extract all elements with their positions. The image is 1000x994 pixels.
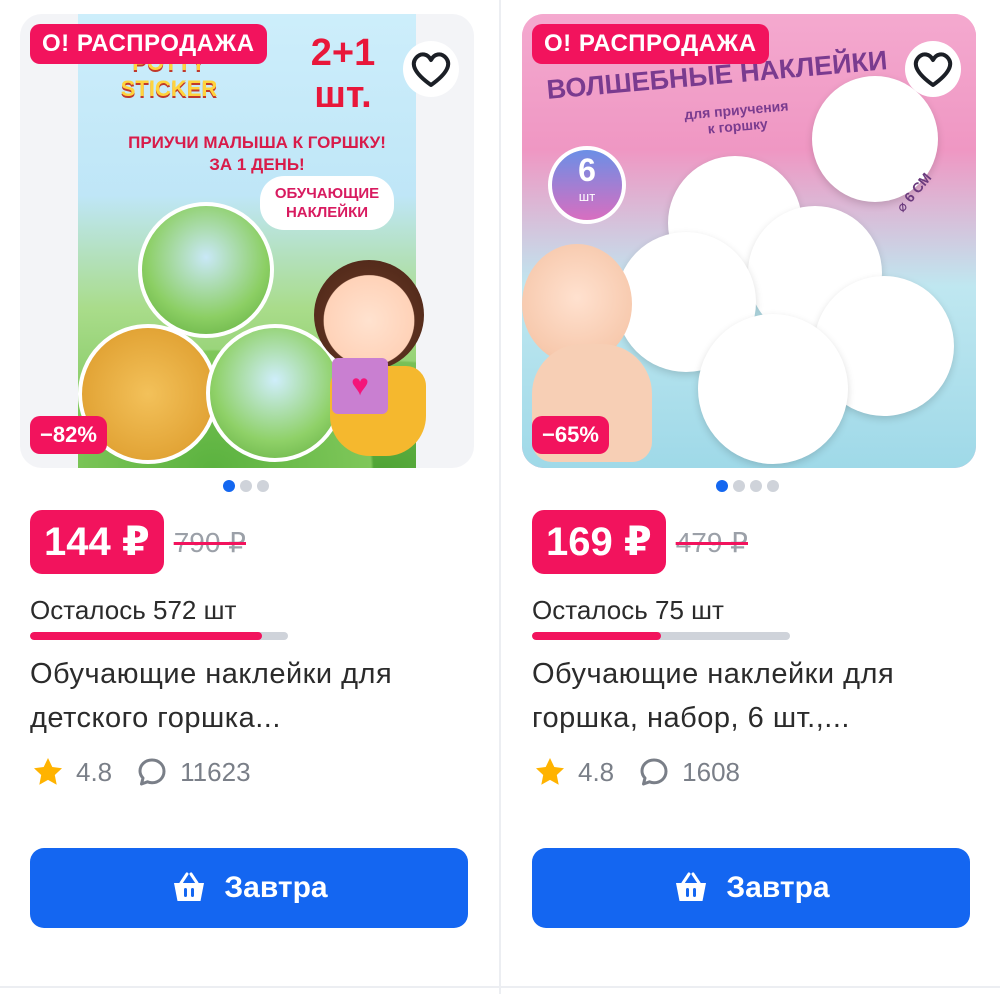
comment-bubble-icon bbox=[640, 758, 668, 786]
delivery-label[interactable]: Завтра bbox=[726, 871, 829, 905]
basket-icon bbox=[676, 872, 707, 901]
star-icon bbox=[536, 758, 564, 785]
product-title-line[interactable]: детского горшка... bbox=[30, 696, 480, 740]
pagination-dot-active[interactable] bbox=[716, 480, 728, 492]
comment-bubble-icon bbox=[138, 758, 166, 786]
artwork-headline: ПРИУЧИ МАЛЫША К ГОРШКУ! ЗА 1 ДЕНЬ! bbox=[128, 133, 386, 174]
current-price: 169 ₽ bbox=[532, 510, 666, 574]
column-divider bbox=[499, 0, 501, 994]
rating-value: 4.8 bbox=[578, 756, 615, 787]
product-card[interactable]: ВОЛШЕБНЫЕ НАКЛЕЙКИ для приучения к горшк… bbox=[522, 0, 992, 994]
artwork-subtitle: для приучения к горшку bbox=[683, 97, 789, 137]
reviews-count: 11623 bbox=[180, 756, 251, 787]
product-image[interactable]: ВОЛШЕБНЫЕ НАКЛЕЙКИ для приучения к горшк… bbox=[522, 14, 976, 468]
product-card[interactable]: POTTY STICKER 2+1 шт. ПРИУЧИ МАЛЫША К ГО… bbox=[20, 0, 490, 994]
product-title[interactable]: Обучающие наклейки для горшка, набор, 6 … bbox=[532, 652, 982, 740]
pagination-dot[interactable] bbox=[257, 480, 269, 492]
product-grid: POTTY STICKER 2+1 шт. ПРИУЧИ МАЛЫША К ГО… bbox=[0, 0, 1000, 994]
stock-remaining: Осталось 75 шт bbox=[532, 595, 724, 625]
add-to-cart-button[interactable]: Завтра bbox=[532, 848, 970, 928]
discount-badge: −82% bbox=[30, 416, 107, 454]
basket-icon bbox=[174, 872, 205, 901]
stock-progress-bar bbox=[30, 632, 288, 640]
product-title-line[interactable]: горшка, набор, 6 шт.,... bbox=[532, 696, 982, 740]
stock-progress-fill bbox=[532, 632, 661, 640]
sticker-dino-palm bbox=[698, 314, 848, 464]
old-price: 479 ₽ bbox=[675, 526, 748, 558]
stock-progress-fill bbox=[30, 632, 263, 640]
stock-progress-bar bbox=[532, 632, 790, 640]
favorite-heart-icon[interactable] bbox=[904, 40, 962, 98]
rating-row: 4.8 1608 bbox=[534, 756, 740, 788]
favorite-heart-icon[interactable] bbox=[402, 40, 460, 98]
pagination-dot[interactable] bbox=[767, 480, 779, 492]
delivery-label[interactable]: Завтра bbox=[224, 871, 327, 905]
product-artwork: POTTY STICKER 2+1 шт. ПРИУЧИ МАЛЫША К ГО… bbox=[78, 14, 426, 468]
artwork-promo: 2+1 шт. bbox=[310, 32, 376, 116]
pagination-dot[interactable] bbox=[240, 480, 252, 492]
star-icon bbox=[34, 758, 62, 785]
reviews-count: 1608 bbox=[682, 756, 740, 787]
image-pagination[interactable] bbox=[223, 480, 269, 492]
girl-illustration bbox=[314, 260, 424, 370]
rating-value: 4.8 bbox=[76, 756, 113, 787]
pagination-dot-active[interactable] bbox=[223, 480, 235, 492]
rating-row: 4.8 11623 bbox=[32, 756, 251, 788]
old-price: 790 ₽ bbox=[173, 526, 246, 558]
pagination-dot[interactable] bbox=[750, 480, 762, 492]
sticker-deer bbox=[138, 202, 274, 338]
product-image[interactable]: POTTY STICKER 2+1 шт. ПРИУЧИ МАЛЫША К ГО… bbox=[20, 14, 474, 468]
image-pagination[interactable] bbox=[716, 480, 779, 492]
product-title-line[interactable]: Обучающие наклейки для bbox=[532, 652, 982, 696]
add-to-cart-button[interactable]: Завтра bbox=[30, 848, 468, 928]
product-title-line[interactable]: Обучающие наклейки для bbox=[30, 652, 480, 696]
current-price: 144 ₽ bbox=[30, 510, 164, 574]
price-row: 144 ₽ 790 ₽ bbox=[30, 510, 246, 574]
sale-badge: О! РАСПРОДАЖА bbox=[532, 24, 769, 64]
artwork-subtitle: ОБУЧАЮЩИЕ НАКЛЕЙКИ bbox=[260, 176, 394, 230]
count-value: 6 bbox=[578, 152, 596, 188]
count-circle: 6 шт bbox=[548, 146, 626, 224]
sale-badge: О! РАСПРОДАЖА bbox=[30, 24, 267, 64]
heart-sign: ♥ bbox=[332, 358, 388, 414]
discount-badge: −65% bbox=[532, 416, 609, 454]
stock-remaining: Осталось 572 шт bbox=[30, 595, 237, 625]
pagination-dot[interactable] bbox=[733, 480, 745, 492]
product-title[interactable]: Обучающие наклейки для детского горшка..… bbox=[30, 652, 480, 740]
count-unit: шт bbox=[578, 189, 596, 204]
price-row: 169 ₽ 479 ₽ bbox=[532, 510, 748, 574]
